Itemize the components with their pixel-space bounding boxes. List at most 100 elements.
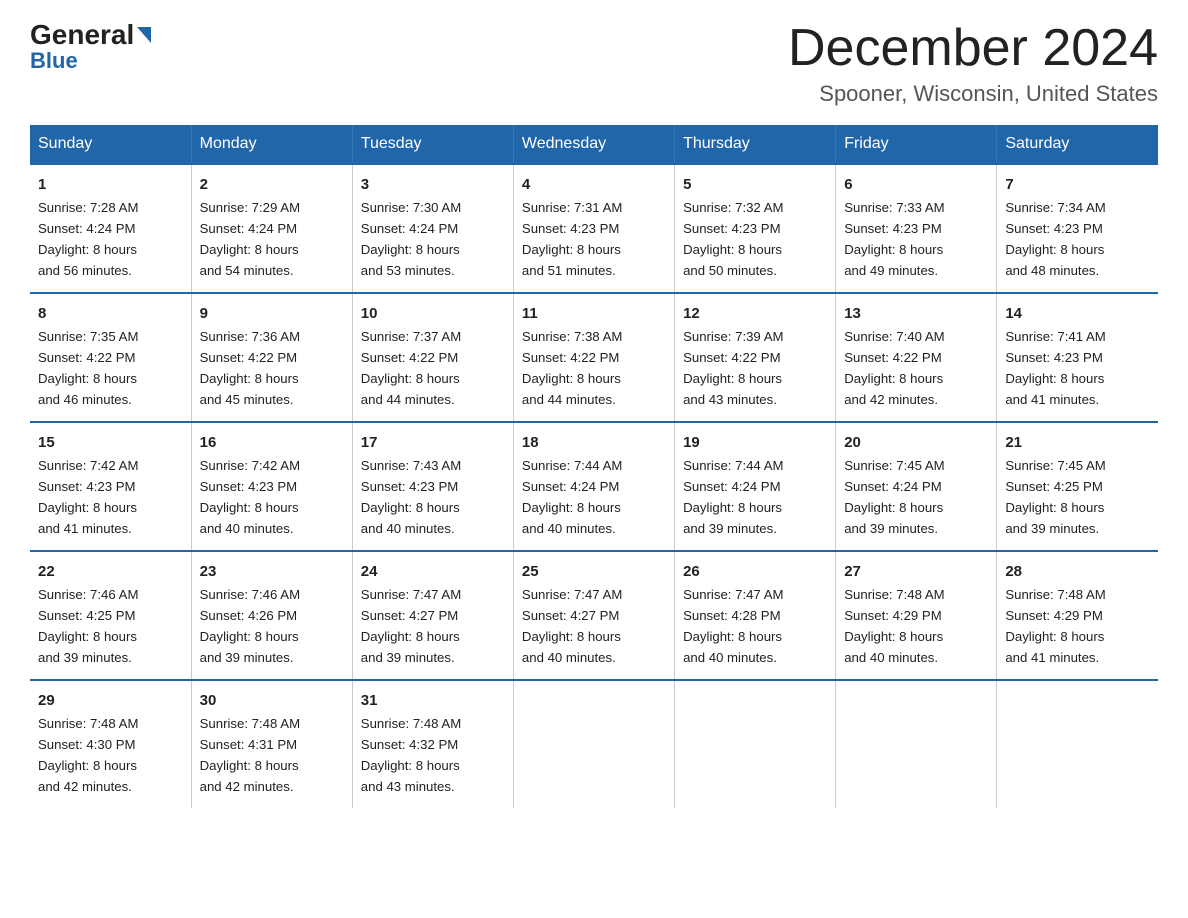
day-cell: 7Sunrise: 7:34 AMSunset: 4:23 PMDaylight… xyxy=(997,164,1158,293)
day-cell: 19Sunrise: 7:44 AMSunset: 4:24 PMDayligh… xyxy=(675,422,836,551)
day-number: 23 xyxy=(200,560,344,583)
day-number: 31 xyxy=(361,689,505,712)
day-cell: 8 Sunrise: 7:35 AMSunset: 4:22 PMDaylight… xyxy=(30,293,191,422)
day-number: 10 xyxy=(361,302,505,325)
day-number: 22 xyxy=(38,560,183,583)
header-tuesday: Tuesday xyxy=(352,125,513,164)
day-number: 4 xyxy=(522,173,666,196)
day-number: 16 xyxy=(200,431,344,454)
week-row-4: 22 Sunrise: 7:46 AMSunset: 4:25 PMDayligh… xyxy=(30,551,1158,680)
day-cell: 22 Sunrise: 7:46 AMSunset: 4:25 PMDayligh… xyxy=(30,551,191,680)
day-info: Sunrise: 7:38 AMSunset: 4:22 PMDaylight:… xyxy=(522,329,622,407)
logo-text-blue: Blue xyxy=(30,49,151,73)
day-cell: 2 Sunrise: 7:29 AMSunset: 4:24 PMDaylight… xyxy=(191,164,352,293)
day-cell: 12 Sunrise: 7:39 AMSunset: 4:22 PMDayligh… xyxy=(675,293,836,422)
day-cell xyxy=(836,680,997,808)
day-info: Sunrise: 7:47 AMSunset: 4:27 PMDaylight:… xyxy=(522,587,622,665)
day-info: Sunrise: 7:46 AMSunset: 4:25 PMDaylight:… xyxy=(38,587,138,665)
week-row-5: 29Sunrise: 7:48 AMSunset: 4:30 PMDayligh… xyxy=(30,680,1158,808)
day-info: Sunrise: 7:40 AMSunset: 4:22 PMDaylight:… xyxy=(844,329,944,407)
day-cell: 9 Sunrise: 7:36 AMSunset: 4:22 PMDaylight… xyxy=(191,293,352,422)
day-cell: 27 Sunrise: 7:48 AMSunset: 4:29 PMDayligh… xyxy=(836,551,997,680)
day-info: Sunrise: 7:42 AMSunset: 4:23 PMDaylight:… xyxy=(38,458,138,536)
day-info: Sunrise: 7:43 AMSunset: 4:23 PMDaylight:… xyxy=(361,458,461,536)
day-info: Sunrise: 7:48 AMSunset: 4:29 PMDaylight:… xyxy=(1005,587,1105,665)
day-info: Sunrise: 7:35 AMSunset: 4:22 PMDaylight:… xyxy=(38,329,138,407)
day-info: Sunrise: 7:45 AMSunset: 4:25 PMDaylight:… xyxy=(1005,458,1105,536)
header-thursday: Thursday xyxy=(675,125,836,164)
day-number: 26 xyxy=(683,560,827,583)
day-cell: 14Sunrise: 7:41 AMSunset: 4:23 PMDayligh… xyxy=(997,293,1158,422)
logo-arrow-icon xyxy=(137,27,151,43)
day-number: 28 xyxy=(1005,560,1150,583)
day-cell: 18 Sunrise: 7:44 AMSunset: 4:24 PMDayligh… xyxy=(513,422,674,551)
day-info: Sunrise: 7:44 AMSunset: 4:24 PMDaylight:… xyxy=(522,458,622,536)
day-info: Sunrise: 7:47 AMSunset: 4:27 PMDaylight:… xyxy=(361,587,461,665)
day-info: Sunrise: 7:29 AMSunset: 4:24 PMDaylight:… xyxy=(200,200,300,278)
header-saturday: Saturday xyxy=(997,125,1158,164)
week-row-3: 15 Sunrise: 7:42 AMSunset: 4:23 PMDayligh… xyxy=(30,422,1158,551)
day-number: 20 xyxy=(844,431,988,454)
logo-text-general: General xyxy=(30,19,134,50)
day-info: Sunrise: 7:48 AMSunset: 4:29 PMDaylight:… xyxy=(844,587,944,665)
day-number: 14 xyxy=(1005,302,1150,325)
day-number: 29 xyxy=(38,689,183,712)
header-friday: Friday xyxy=(836,125,997,164)
day-info: Sunrise: 7:36 AMSunset: 4:22 PMDaylight:… xyxy=(200,329,300,407)
day-cell: 11Sunrise: 7:38 AMSunset: 4:22 PMDayligh… xyxy=(513,293,674,422)
day-cell: 13 Sunrise: 7:40 AMSunset: 4:22 PMDayligh… xyxy=(836,293,997,422)
day-cell xyxy=(997,680,1158,808)
day-cell: 26 Sunrise: 7:47 AMSunset: 4:28 PMDayligh… xyxy=(675,551,836,680)
day-info: Sunrise: 7:28 AMSunset: 4:24 PMDaylight:… xyxy=(38,200,138,278)
day-number: 1 xyxy=(38,173,183,196)
day-cell: 25 Sunrise: 7:47 AMSunset: 4:27 PMDayligh… xyxy=(513,551,674,680)
day-cell: 28 Sunrise: 7:48 AMSunset: 4:29 PMDayligh… xyxy=(997,551,1158,680)
day-cell: 21 Sunrise: 7:45 AMSunset: 4:25 PMDayligh… xyxy=(997,422,1158,551)
week-row-2: 8 Sunrise: 7:35 AMSunset: 4:22 PMDaylight… xyxy=(30,293,1158,422)
day-info: Sunrise: 7:42 AMSunset: 4:23 PMDaylight:… xyxy=(200,458,300,536)
day-cell: 30Sunrise: 7:48 AMSunset: 4:31 PMDayligh… xyxy=(191,680,352,808)
day-info: Sunrise: 7:37 AMSunset: 4:22 PMDaylight:… xyxy=(361,329,461,407)
day-cell: 29Sunrise: 7:48 AMSunset: 4:30 PMDayligh… xyxy=(30,680,191,808)
day-info: Sunrise: 7:31 AMSunset: 4:23 PMDaylight:… xyxy=(522,200,622,278)
day-info: Sunrise: 7:32 AMSunset: 4:23 PMDaylight:… xyxy=(683,200,783,278)
day-info: Sunrise: 7:47 AMSunset: 4:28 PMDaylight:… xyxy=(683,587,783,665)
day-number: 25 xyxy=(522,560,666,583)
day-number: 21 xyxy=(1005,431,1150,454)
day-number: 9 xyxy=(200,302,344,325)
week-row-1: 1 Sunrise: 7:28 AMSunset: 4:24 PMDaylight… xyxy=(30,164,1158,293)
header-wednesday: Wednesday xyxy=(513,125,674,164)
day-cell: 10 Sunrise: 7:37 AMSunset: 4:22 PMDayligh… xyxy=(352,293,513,422)
day-number: 8 xyxy=(38,302,183,325)
day-cell: 24 Sunrise: 7:47 AMSunset: 4:27 PMDayligh… xyxy=(352,551,513,680)
day-cell: 6Sunrise: 7:33 AMSunset: 4:23 PMDaylight… xyxy=(836,164,997,293)
day-cell: 31Sunrise: 7:48 AMSunset: 4:32 PMDayligh… xyxy=(352,680,513,808)
day-cell: 1 Sunrise: 7:28 AMSunset: 4:24 PMDaylight… xyxy=(30,164,191,293)
day-number: 24 xyxy=(361,560,505,583)
day-number: 2 xyxy=(200,173,344,196)
day-cell xyxy=(675,680,836,808)
day-info: Sunrise: 7:45 AMSunset: 4:24 PMDaylight:… xyxy=(844,458,944,536)
page-header: General Blue December 2024 Spooner, Wisc… xyxy=(30,20,1158,107)
day-cell xyxy=(513,680,674,808)
title-block: December 2024 Spooner, Wisconsin, United… xyxy=(788,20,1158,107)
day-cell: 5Sunrise: 7:32 AMSunset: 4:23 PMDaylight… xyxy=(675,164,836,293)
day-number: 12 xyxy=(683,302,827,325)
day-number: 17 xyxy=(361,431,505,454)
day-cell: 17 Sunrise: 7:43 AMSunset: 4:23 PMDayligh… xyxy=(352,422,513,551)
header-sunday: Sunday xyxy=(30,125,191,164)
day-number: 19 xyxy=(683,431,827,454)
day-number: 18 xyxy=(522,431,666,454)
day-cell: 3Sunrise: 7:30 AMSunset: 4:24 PMDaylight… xyxy=(352,164,513,293)
main-title: December 2024 xyxy=(788,20,1158,77)
day-cell: 15 Sunrise: 7:42 AMSunset: 4:23 PMDayligh… xyxy=(30,422,191,551)
day-info: Sunrise: 7:34 AMSunset: 4:23 PMDaylight:… xyxy=(1005,200,1105,278)
header-monday: Monday xyxy=(191,125,352,164)
calendar-table: SundayMondayTuesdayWednesdayThursdayFrid… xyxy=(30,125,1158,808)
day-number: 13 xyxy=(844,302,988,325)
day-info: Sunrise: 7:39 AMSunset: 4:22 PMDaylight:… xyxy=(683,329,783,407)
day-info: Sunrise: 7:33 AMSunset: 4:23 PMDaylight:… xyxy=(844,200,944,278)
day-number: 15 xyxy=(38,431,183,454)
day-number: 30 xyxy=(200,689,344,712)
day-number: 27 xyxy=(844,560,988,583)
